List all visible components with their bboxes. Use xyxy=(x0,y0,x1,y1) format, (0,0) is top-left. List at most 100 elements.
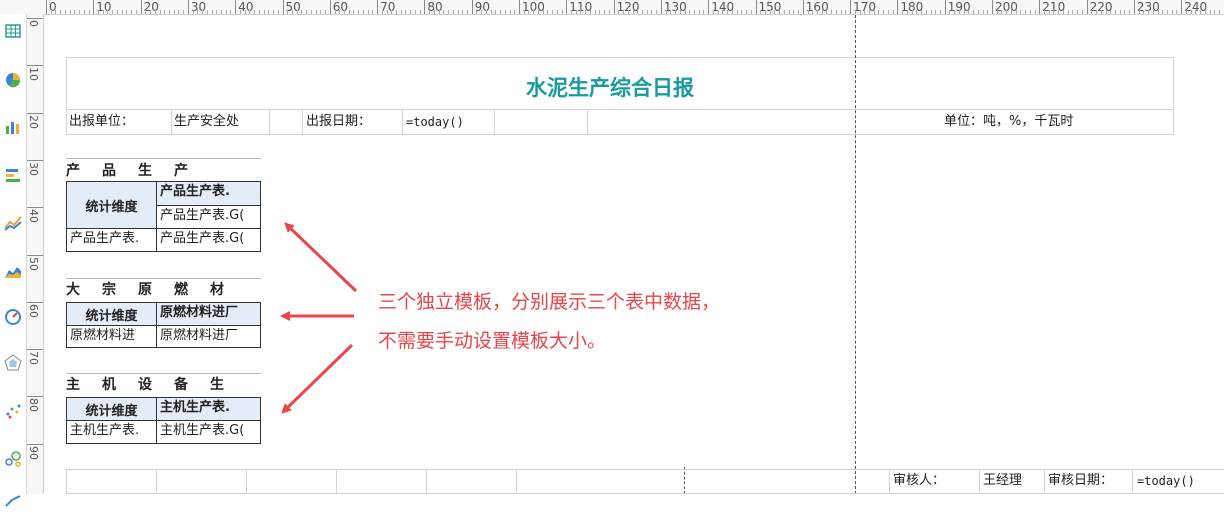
grid-line xyxy=(889,469,890,494)
ruler-tick xyxy=(358,10,360,14)
ruler-tick xyxy=(197,10,199,14)
ruler-tick xyxy=(869,10,871,14)
ruler-tick xyxy=(140,0,142,14)
grid-line xyxy=(336,469,337,494)
ruler-tick xyxy=(850,0,852,14)
bubble-icon[interactable] xyxy=(4,450,22,468)
ruler-tick xyxy=(1029,10,1031,14)
ruler-tick xyxy=(83,10,85,14)
ruler-tick xyxy=(320,10,322,14)
ruler-tick xyxy=(764,10,766,14)
bar-chart-icon[interactable] xyxy=(4,118,22,136)
annotation-line-1: 三个独立模板，分别展示三个表中数据， xyxy=(378,291,721,313)
table-icon[interactable] xyxy=(4,22,22,40)
ruler-tick xyxy=(27,159,43,161)
ruler-tick xyxy=(651,10,653,14)
ruler-tick xyxy=(712,10,714,14)
ruler-tick xyxy=(433,10,435,14)
ruler-tick xyxy=(1176,10,1178,14)
ruler-tick xyxy=(670,10,672,14)
ruler-tick xyxy=(282,0,284,14)
ruler-tick xyxy=(249,10,251,14)
ruler-tick xyxy=(500,10,502,14)
ruler-tick xyxy=(883,10,885,14)
ruler-tick xyxy=(1044,10,1046,14)
ruler-tick xyxy=(703,10,705,14)
ruler-tick xyxy=(1105,10,1107,14)
ruler-tick xyxy=(27,254,43,256)
ruler-tick xyxy=(116,10,118,14)
ruler-tick xyxy=(523,10,525,14)
horizontal-bar-icon[interactable] xyxy=(4,166,22,184)
ruler-tick xyxy=(589,10,591,14)
pie-chart-icon[interactable] xyxy=(4,71,22,89)
reviewer-value-cell[interactable]: 王经理 xyxy=(983,470,1043,492)
ruler-tick xyxy=(1001,10,1003,14)
ruler-label: 50 xyxy=(27,256,40,271)
report-canvas[interactable]: 水泥生产综合日报 出报单位： 生产安全处 出报日期： =today() 单位：吨… xyxy=(44,15,1224,494)
ruler-tick xyxy=(221,10,222,14)
ruler-tick xyxy=(736,10,738,14)
area-chart-icon[interactable] xyxy=(4,262,22,280)
ruler-tick xyxy=(1072,10,1074,14)
ruler-tick xyxy=(438,10,440,14)
ruler-tick xyxy=(466,10,468,14)
ruler-tick xyxy=(301,10,303,14)
ruler-tick xyxy=(296,10,298,14)
ruler-tick xyxy=(1119,10,1121,14)
ruler-tick xyxy=(452,10,454,14)
ruler-tick xyxy=(689,10,691,14)
ruler-tick xyxy=(1152,10,1154,14)
ruler-tick xyxy=(1181,0,1183,14)
ruler-tick xyxy=(1086,0,1088,14)
ruler-tick xyxy=(429,10,431,14)
horizontal-ruler: 0 10 20 30 40 50 60 70 80 90 100 110 120 130 140 150 160… xyxy=(0,0,1224,15)
ruler-tick xyxy=(807,10,809,14)
ruler-tick xyxy=(859,10,861,14)
ruler-tick xyxy=(334,10,336,14)
ruler-tick xyxy=(552,10,554,14)
radar-icon[interactable] xyxy=(4,354,22,372)
ruler-tick xyxy=(1100,10,1102,14)
ruler-tick xyxy=(216,10,218,14)
ruler-tick xyxy=(1006,10,1008,14)
grid-line xyxy=(156,469,157,494)
ruler-tick xyxy=(131,10,133,14)
ruler-tick xyxy=(1015,10,1017,14)
ruler-tick xyxy=(509,10,511,14)
ruler-tick xyxy=(930,10,932,14)
ruler-tick xyxy=(1058,10,1060,14)
ruler-tick xyxy=(1143,10,1145,14)
ruler-tick xyxy=(684,10,686,14)
ruler-tick xyxy=(1204,10,1206,14)
reviewer-label-cell[interactable]: 审核人： xyxy=(893,470,977,492)
ruler-tick xyxy=(168,10,170,14)
ruler-tick xyxy=(566,0,568,14)
ruler-tick xyxy=(1195,10,1197,14)
ruler-tick xyxy=(244,10,246,14)
ruler-tick xyxy=(74,10,76,14)
ruler-tick xyxy=(476,10,478,14)
review-date-formula-cell[interactable]: =today() xyxy=(1137,470,1224,492)
ruler-tick xyxy=(339,10,341,14)
ruler-tick xyxy=(27,207,43,209)
scatter-icon[interactable] xyxy=(4,402,22,420)
more-chart-icon[interactable] xyxy=(4,492,22,510)
grid-line xyxy=(516,469,517,494)
ruler-tick xyxy=(183,10,185,14)
ruler-tick xyxy=(329,0,331,14)
ruler-tick xyxy=(377,0,379,14)
ruler-tick xyxy=(906,10,908,14)
line-chart-icon[interactable] xyxy=(4,214,22,232)
ruler-tick xyxy=(887,10,889,14)
review-date-label-cell[interactable]: 审核日期： xyxy=(1048,470,1132,492)
ruler-tick xyxy=(864,10,866,14)
ruler-tick xyxy=(448,10,450,14)
ruler-tick xyxy=(618,10,620,14)
gauge-icon[interactable] xyxy=(4,308,22,326)
ruler-tick xyxy=(949,10,951,14)
ruler-tick xyxy=(325,10,327,14)
grid-line xyxy=(426,469,427,494)
ruler-tick xyxy=(660,0,662,14)
ruler-tick xyxy=(1110,10,1112,14)
